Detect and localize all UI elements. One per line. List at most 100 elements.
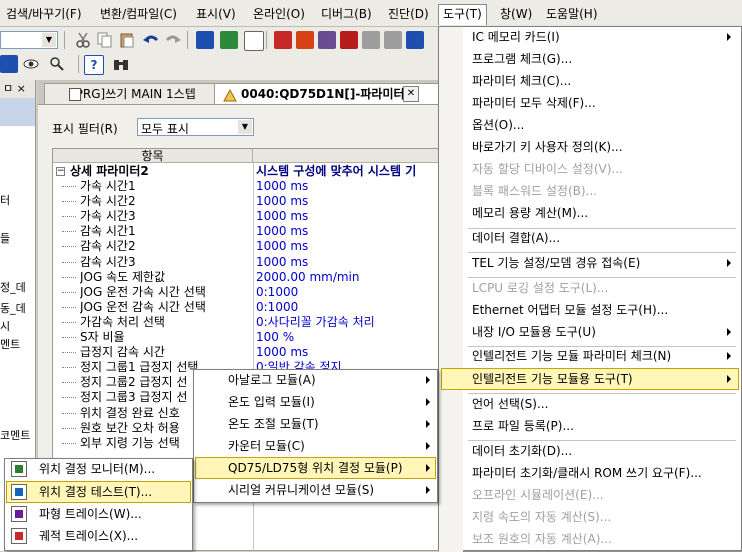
row-value[interactable]: 2000.00 mm/min <box>256 270 441 285</box>
menu-search-replace[interactable]: 검색/바꾸기(F) <box>2 4 86 24</box>
row-value[interactable]: 0:1000 <box>256 300 441 315</box>
tree-item[interactable]: 멘트 <box>0 336 20 352</box>
tree-item[interactable]: 정_데 <box>0 279 26 295</box>
paste-icon[interactable] <box>118 31 136 49</box>
tools-menu-item[interactable]: 인텔리전트 기능 모듈용 도구(T) <box>441 368 739 390</box>
device-batch-icon[interactable] <box>220 31 238 49</box>
copy-icon[interactable] <box>96 31 114 49</box>
positioning-submenu-item[interactable]: 위치 결정 테스트(T)... <box>6 481 191 503</box>
undo-icon[interactable] <box>142 31 160 49</box>
tools-menu-item[interactable]: 메모리 용량 계산(M)... <box>441 202 739 224</box>
read-plc-icon[interactable] <box>296 31 314 49</box>
tools-menu-item[interactable]: 프로그램 체크(G)... <box>441 48 739 70</box>
row-label[interactable]: 가속 시간2 <box>80 194 252 209</box>
menu-convert-compile[interactable]: 변환/컴파일(C) <box>96 4 181 24</box>
tools-menu-item[interactable]: 옵션(O)... <box>441 114 739 136</box>
row-value[interactable]: 0:1000 <box>256 285 441 300</box>
intelligent-submenu-item[interactable]: 카운터 모듈(C) <box>195 435 436 457</box>
tools-menu-item[interactable]: 데이터 결합(A)... <box>441 227 739 249</box>
monitor-write-icon[interactable] <box>244 31 264 51</box>
tab-program[interactable]: [PRG]쓰기 MAIN 1스텝 <box>44 83 242 105</box>
row-label[interactable]: 감속 시간1 <box>80 224 252 239</box>
watch-icon[interactable] <box>384 31 402 49</box>
write-plc-icon[interactable] <box>274 31 292 49</box>
toolbar-combo[interactable]: ▼ <box>0 31 58 49</box>
tools-menu-item[interactable]: 파라미터 모두 삭제(F)... <box>441 92 739 114</box>
row-value[interactable]: 1000 ms <box>256 224 441 239</box>
menu-diagnostics[interactable]: 진단(D) <box>384 4 433 24</box>
monitor-start-icon[interactable] <box>340 31 358 49</box>
tools-menu-item[interactable]: 파라미터 체크(C)... <box>441 70 739 92</box>
menu-debug[interactable]: 디버그(B) <box>317 4 376 24</box>
row-label[interactable]: 감속 시간3 <box>80 255 252 270</box>
monitor-stop-icon[interactable] <box>362 31 380 49</box>
intelligent-submenu-item[interactable]: 아날로그 모듈(A) <box>195 369 436 391</box>
row-value[interactable]: 1000 ms <box>256 255 441 270</box>
intelligent-submenu-item[interactable]: 온도 조절 모듈(T) <box>195 413 436 435</box>
row-value[interactable]: 1000 ms <box>256 345 441 360</box>
row-label[interactable]: 가속 시간3 <box>80 209 252 224</box>
menu-help[interactable]: 도움말(H) <box>542 4 602 24</box>
intelligent-submenu-item[interactable]: QD75/LD75형 위치 결정 모듈(P) <box>195 457 436 479</box>
positioning-submenu-item[interactable]: 위치 결정 모니터(M)... <box>6 458 191 480</box>
tools-menu-item[interactable]: IC 메모리 카드(I) <box>441 26 739 48</box>
positioning-submenu-item[interactable]: 궤적 트레이스(X)... <box>6 525 191 547</box>
tools-menu-item[interactable]: TEL 기능 설정/모뎀 경유 접속(E) <box>441 252 739 274</box>
chevron-down-icon[interactable]: ▼ <box>42 33 56 47</box>
tools-menu-item[interactable]: 파라미터 초기화/클래시 ROM 쓰기 요구(F)... <box>441 462 739 484</box>
collapse-icon[interactable]: − <box>56 167 65 176</box>
tools-menu-item[interactable]: 바로가기 키 사용자 정의(K)... <box>441 136 739 158</box>
row-label[interactable]: 가속 시간1 <box>80 179 252 194</box>
tools-menu-item[interactable]: 데이터 초기화(D)... <box>441 440 739 462</box>
tools-menu-item[interactable]: 내장 I/O 모듈용 도구(U) <box>441 321 739 343</box>
tools-menu-item[interactable]: 인텔리전트 기능 모듈 파라미터 체크(N) <box>441 345 739 367</box>
tools-menu-item[interactable]: 언어 선택(S)... <box>441 393 739 415</box>
row-label[interactable]: S자 비율 <box>80 330 252 345</box>
dev-test-icon[interactable] <box>406 31 424 49</box>
tree-item[interactable]: 코멘트 <box>0 427 30 443</box>
dev-icon[interactable] <box>196 31 214 49</box>
row-label[interactable]: JOG 운전 감속 시간 선택 <box>80 300 252 315</box>
filter-select[interactable]: 모두 표시 ▼ <box>137 118 254 136</box>
help-icon[interactable]: ? <box>84 55 104 75</box>
dev-monitor-icon[interactable] <box>0 55 18 73</box>
close-icon[interactable]: ✕ <box>403 86 419 102</box>
row-value[interactable]: 1000 ms <box>256 179 441 194</box>
positioning-submenu-item[interactable]: 파형 트레이스(W)... <box>6 503 191 525</box>
menu-online[interactable]: 온라인(O) <box>249 4 309 24</box>
tools-menu-item[interactable]: Ethernet 어댑터 모듈 설정 도구(H)... <box>441 299 739 321</box>
row-value[interactable]: 1000 ms <box>256 209 441 224</box>
menu-tools[interactable]: 도구(T) <box>438 4 487 25</box>
verify-plc-icon[interactable] <box>318 31 336 49</box>
menu-item-label: 인텔리전트 기능 모듈 파라미터 체크(N) <box>472 349 672 363</box>
menu-window[interactable]: 창(W) <box>496 4 536 24</box>
redo-icon[interactable] <box>164 31 182 49</box>
row-label[interactable]: JOG 속도 제한값 <box>80 270 252 285</box>
tree-item[interactable]: 시 <box>0 318 10 334</box>
group-label[interactable]: 상세 파라미터2 <box>70 164 149 179</box>
row-label[interactable]: 감속 시간2 <box>80 239 252 254</box>
binoculars-icon[interactable] <box>112 55 130 73</box>
column-header-item[interactable]: 항목 <box>53 149 253 163</box>
chevron-down-icon[interactable]: ▼ <box>238 120 252 134</box>
row-label[interactable]: 급정지 감속 시간 <box>80 345 252 360</box>
row-label[interactable]: JOG 운전 가속 시간 선택 <box>80 285 252 300</box>
tools-menu-item[interactable]: 프로 파일 등록(P)... <box>441 415 739 437</box>
row-label[interactable]: 가감속 처리 선택 <box>80 315 252 330</box>
tree-item[interactable]: 터 <box>0 192 10 208</box>
find-icon[interactable] <box>48 55 66 73</box>
tab-parameter[interactable]: 0040:QD75D1N[]-파라미터 ✕ <box>214 83 452 105</box>
row-value[interactable]: 100 % <box>256 330 441 345</box>
row-value[interactable]: 1000 ms <box>256 239 441 254</box>
menu-view[interactable]: 표시(V) <box>192 4 240 24</box>
cut-icon[interactable] <box>74 31 92 49</box>
column-header-value[interactable] <box>253 149 452 163</box>
intelligent-submenu-item[interactable]: 시리얼 커뮤니케이션 모듈(S) <box>195 479 436 501</box>
row-value[interactable]: 1000 ms <box>256 194 441 209</box>
tree-item[interactable]: 동_데 <box>0 300 26 316</box>
intelligent-submenu-item[interactable]: 온도 입력 모듈(I) <box>195 391 436 413</box>
panel-header[interactable]: ㅁ × <box>0 80 35 98</box>
row-value[interactable]: 0:사다리꼴 가감속 처리 <box>256 315 441 330</box>
eye-icon[interactable] <box>22 55 40 73</box>
tree-item[interactable]: 들 <box>0 230 10 246</box>
